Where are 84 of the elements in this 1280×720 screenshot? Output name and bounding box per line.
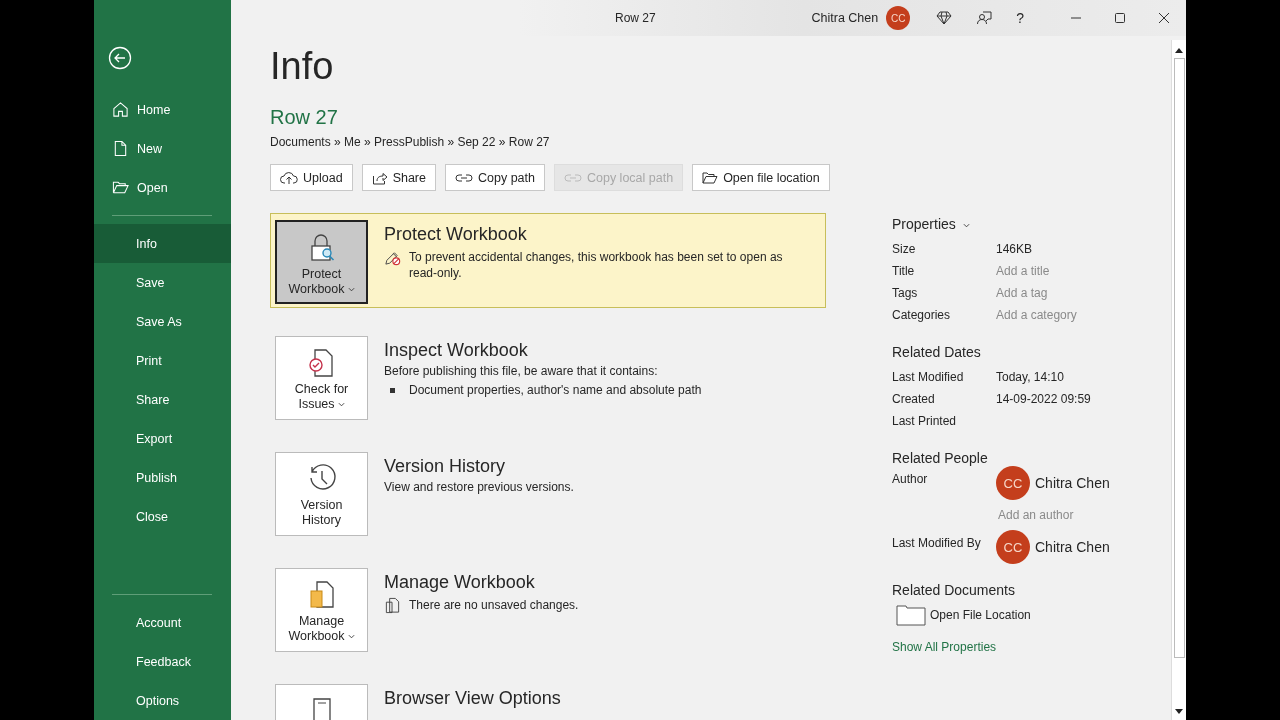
- action-button[interactable]: Open file location: [692, 164, 830, 191]
- section-title: Version History: [384, 455, 507, 478]
- property-value: 146KB: [996, 242, 1033, 256]
- section-description: View and restore previous versions.: [384, 480, 575, 494]
- sidebar-item[interactable]: Save: [94, 263, 231, 302]
- scroll-down-icon[interactable]: [1174, 708, 1184, 716]
- section-note: There are no unsaved changes.: [409, 597, 579, 613]
- property-label: Last Modified: [892, 370, 965, 384]
- section-button[interactable]: Manage Workbook: [275, 568, 368, 652]
- caret-icon: [962, 222, 970, 228]
- property-field[interactable]: Add a title: [996, 264, 1050, 278]
- property-label: Size: [892, 242, 917, 256]
- author-name[interactable]: Chitra Chen: [1035, 539, 1110, 555]
- sidebar-item[interactable]: Share: [94, 380, 231, 419]
- file-name: Row 27: [270, 105, 339, 129]
- bullet-text: Document properties, author's name and absolute path: [409, 383, 702, 397]
- sidebar-item[interactable]: Feedback: [94, 642, 231, 681]
- user-avatar[interactable]: CC: [886, 6, 911, 30]
- help-button[interactable]: ?: [1016, 10, 1024, 26]
- folder-icon: [702, 170, 719, 185]
- section-title: Protect Workbook: [384, 223, 528, 246]
- author-avatar: CC: [996, 466, 1030, 500]
- properties-dropdown[interactable]: Properties: [892, 216, 1162, 232]
- maximize-icon[interactable]: [1114, 12, 1126, 24]
- scrollbar[interactable]: [1171, 40, 1186, 720]
- property-label: Last Modified By: [892, 536, 982, 550]
- window-title: Row 27: [615, 11, 656, 25]
- property-value: Today, 14:10: [996, 370, 1064, 384]
- property-value: 14-09-2022 09:59: [996, 392, 1091, 406]
- show-all-properties-link[interactable]: Show All Properties: [892, 640, 1162, 654]
- section-title: Manage Workbook: [384, 571, 536, 594]
- sidebar-item[interactable]: Open: [94, 168, 231, 207]
- sidebar-item[interactable]: Export: [94, 419, 231, 458]
- sidebar-item[interactable]: Options: [94, 681, 231, 720]
- pencil-blocked-icon: [384, 249, 401, 266]
- open-file-location-link[interactable]: Open File Location: [896, 604, 1162, 626]
- property-label: Author: [892, 472, 929, 486]
- section-button[interactable]: Check for Issues: [275, 336, 368, 420]
- property-label: Tags: [892, 286, 919, 300]
- property-field[interactable]: Add a category: [996, 308, 1077, 322]
- folder-icon: [896, 604, 926, 626]
- property-label: Created: [892, 392, 936, 406]
- home-icon: [112, 101, 129, 118]
- sidebar-item[interactable]: Info: [94, 224, 231, 263]
- section-heading: Related People: [892, 450, 989, 466]
- sidebar-item[interactable]: Publish: [94, 458, 231, 497]
- sidebar-item[interactable]: Home: [94, 90, 231, 129]
- action-button[interactable]: Share: [361, 164, 436, 191]
- share-icon: [371, 170, 388, 185]
- section-note: To prevent accidental changes, this workbook has been set to open as read-only.: [409, 249, 784, 281]
- bullet-icon: [390, 387, 395, 393]
- section-title: Inspect Workbook: [384, 339, 529, 362]
- sidebar-item[interactable]: Print: [94, 341, 231, 380]
- sidebar-item[interactable]: New: [94, 129, 231, 168]
- add-author-field[interactable]: Add an author: [998, 508, 1110, 522]
- page-heading: Info: [270, 44, 335, 88]
- property-label: Title: [892, 264, 916, 278]
- feedback-icon[interactable]: [976, 10, 993, 26]
- documents-icon: [384, 597, 401, 614]
- property-field[interactable]: Add a tag: [996, 286, 1048, 300]
- close-icon[interactable]: [1158, 12, 1170, 24]
- user-name[interactable]: Chitra Chen: [811, 11, 879, 25]
- file-path: Documents » Me » PressPublish » Sep 22 » Row 27: [270, 135, 551, 149]
- sidebar-item[interactable]: Save As: [94, 302, 231, 341]
- property-label: Categories: [892, 308, 952, 322]
- folder-icon: [112, 179, 129, 196]
- section-title: Browser View Options: [384, 687, 562, 710]
- sidebar-item[interactable]: Account: [94, 603, 231, 642]
- document-icon: [112, 140, 129, 157]
- cloud-upload-icon: [280, 170, 298, 185]
- author-name[interactable]: Chitra Chen: [1035, 475, 1110, 491]
- section-heading: Related Documents: [892, 582, 1016, 598]
- author-avatar: CC: [996, 530, 1030, 564]
- section-heading: Related Dates: [892, 344, 982, 360]
- section-description: Before publishing this file, be aware that it contains:: [384, 364, 659, 378]
- back-icon[interactable]: [108, 46, 132, 70]
- action-button[interactable]: Upload: [270, 164, 353, 191]
- property-label: Last Printed: [892, 414, 958, 428]
- section-button[interactable]: Protect Workbook: [275, 220, 368, 304]
- sidebar-item[interactable]: Close: [94, 497, 231, 536]
- section-button[interactable]: Version History: [275, 452, 368, 536]
- action-button[interactable]: Copy path: [445, 164, 545, 191]
- scroll-up-icon[interactable]: [1174, 46, 1184, 54]
- diamond-icon[interactable]: [936, 10, 953, 26]
